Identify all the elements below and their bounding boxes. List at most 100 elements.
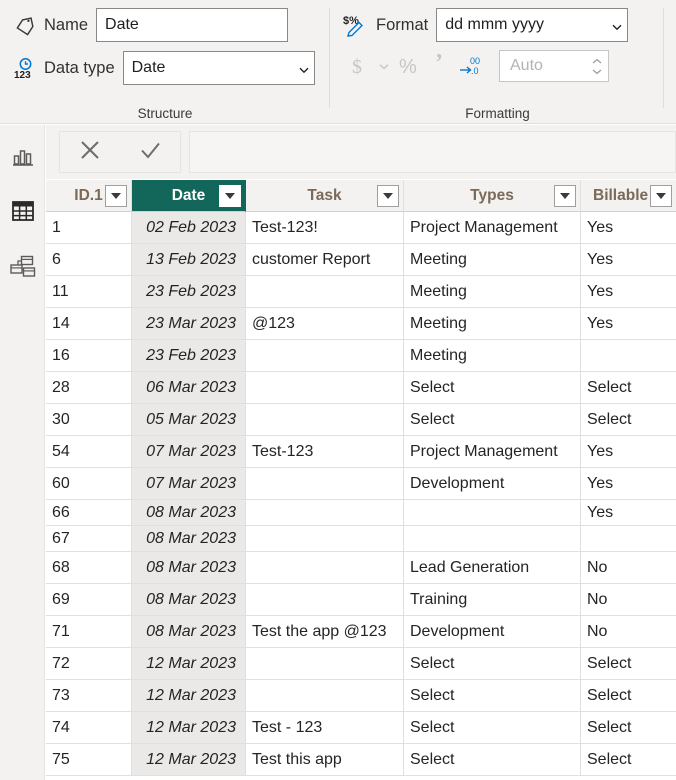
cell-bill[interactable]: Yes [581,436,676,468]
cell-task[interactable]: Test-123 [246,436,404,468]
cell-type[interactable]: Lead Generation [404,552,581,584]
cell-type[interactable]: Meeting [404,276,581,308]
table-row[interactable]: 69 08 Mar 2023 Training No [46,584,676,616]
filter-dropdown-button-date[interactable] [219,185,241,207]
table-row[interactable]: 73 12 Mar 2023 Select Select [46,680,676,712]
cell-task[interactable] [246,552,404,584]
table-row[interactable]: 75 12 Mar 2023 Test this app Select Select [46,744,676,776]
cell-task[interactable]: Test the app @123 [246,616,404,648]
cell-task[interactable]: customer Report [246,244,404,276]
cell-bill[interactable]: Select [581,744,676,776]
thousands-separator-button[interactable]: ’ [425,50,457,82]
table-row[interactable]: 28 06 Mar 2023 Select Select [46,372,676,404]
cell-task[interactable]: Test-123! [246,212,404,244]
cell-task[interactable] [246,526,404,552]
cell-bill[interactable]: Yes [581,500,676,526]
cell-bill[interactable]: Yes [581,212,676,244]
column-header-date[interactable]: Date [132,180,246,212]
cell-date[interactable]: 08 Mar 2023 [132,500,246,526]
cell-task[interactable]: Test this app [246,744,404,776]
cell-task[interactable] [246,372,404,404]
cell-date[interactable]: 08 Mar 2023 [132,584,246,616]
cell-task[interactable] [246,468,404,500]
cell-id[interactable]: 1 [46,212,132,244]
cell-id[interactable]: 16 [46,340,132,372]
cell-date[interactable]: 02 Feb 2023 [132,212,246,244]
cell-id[interactable]: 30 [46,404,132,436]
cell-date[interactable]: 12 Mar 2023 [132,712,246,744]
column-header-id[interactable]: ID.1 [46,180,132,212]
cell-task[interactable] [246,404,404,436]
cell-bill[interactable]: No [581,584,676,616]
filter-dropdown-button-bill[interactable] [650,185,672,207]
cell-date[interactable]: 08 Mar 2023 [132,552,246,584]
cell-type[interactable]: Select [404,372,581,404]
cell-type[interactable]: Development [404,616,581,648]
cell-task[interactable] [246,648,404,680]
cell-id[interactable]: 72 [46,648,132,680]
cell-bill[interactable] [581,526,676,552]
cell-date[interactable]: 12 Mar 2023 [132,648,246,680]
cell-id[interactable]: 74 [46,712,132,744]
cell-bill[interactable]: Yes [581,276,676,308]
filter-dropdown-button-id[interactable] [105,185,127,207]
cell-task[interactable]: @123 [246,308,404,340]
sidebar-item-data-table[interactable] [0,191,45,236]
table-row[interactable]: 54 07 Mar 2023 Test-123 Project Management Y… [46,436,676,468]
cell-type[interactable]: Meeting [404,244,581,276]
cell-type[interactable]: Select [404,712,581,744]
cell-task[interactable] [246,500,404,526]
currency-dropdown-chevron-icon[interactable] [375,50,393,82]
data-type-select[interactable]: Date [122,51,315,85]
name-input[interactable]: Date [96,8,289,42]
sidebar-item-report[interactable] [0,137,45,182]
cell-bill[interactable]: No [581,552,676,584]
cell-type[interactable]: Training [404,584,581,616]
percent-format-button[interactable]: % [393,50,425,82]
cell-bill[interactable]: Select [581,648,676,680]
cell-task[interactable]: Test - 123 [246,712,404,744]
column-header-task[interactable]: Task [246,180,404,212]
decrease-decimal-places-button[interactable]: 00 .0 [457,50,489,82]
cell-date[interactable]: 13 Feb 2023 [132,244,246,276]
cell-task[interactable] [246,680,404,712]
cell-bill[interactable]: Select [581,712,676,744]
decimal-places-stepper[interactable]: Auto [499,50,609,82]
table-row[interactable]: 68 08 Mar 2023 Lead Generation No [46,552,676,584]
cell-bill[interactable]: Select [581,372,676,404]
cell-id[interactable]: 67 [46,526,132,552]
format-select[interactable]: dd mmm yyyy [436,8,629,42]
cell-id[interactable]: 14 [46,308,132,340]
cell-id[interactable]: 71 [46,616,132,648]
cell-id[interactable]: 54 [46,436,132,468]
table-row[interactable]: 66 08 Mar 2023 Yes [46,500,676,526]
cell-type[interactable]: Project Management [404,436,581,468]
cell-id[interactable]: 68 [46,552,132,584]
cell-date[interactable]: 06 Mar 2023 [132,372,246,404]
cell-date[interactable]: 08 Mar 2023 [132,526,246,552]
cell-bill[interactable]: Yes [581,308,676,340]
cell-type[interactable]: Development [404,468,581,500]
cell-id[interactable]: 60 [46,468,132,500]
cell-id[interactable]: 73 [46,680,132,712]
table-row[interactable]: 60 07 Mar 2023 Development Yes [46,468,676,500]
cell-date[interactable]: 23 Mar 2023 [132,308,246,340]
formula-input[interactable] [189,131,676,173]
cell-type[interactable]: Select [404,648,581,680]
table-row[interactable]: 72 12 Mar 2023 Select Select [46,648,676,680]
cell-id[interactable]: 75 [46,744,132,776]
cell-task[interactable] [246,276,404,308]
table-row[interactable]: 74 12 Mar 2023 Test - 123 Select Select [46,712,676,744]
cell-type[interactable]: Select [404,404,581,436]
column-header-type[interactable]: Types [404,180,581,212]
filter-dropdown-button-task[interactable] [377,185,399,207]
cell-id[interactable]: 66 [46,500,132,526]
filter-dropdown-button-type[interactable] [554,185,576,207]
cell-type[interactable]: Meeting [404,308,581,340]
cell-type[interactable] [404,526,581,552]
cell-date[interactable]: 07 Mar 2023 [132,468,246,500]
stepper-arrows[interactable] [591,58,603,75]
cell-id[interactable]: 11 [46,276,132,308]
cell-type[interactable]: Meeting [404,340,581,372]
currency-format-button[interactable]: $ [343,50,375,82]
